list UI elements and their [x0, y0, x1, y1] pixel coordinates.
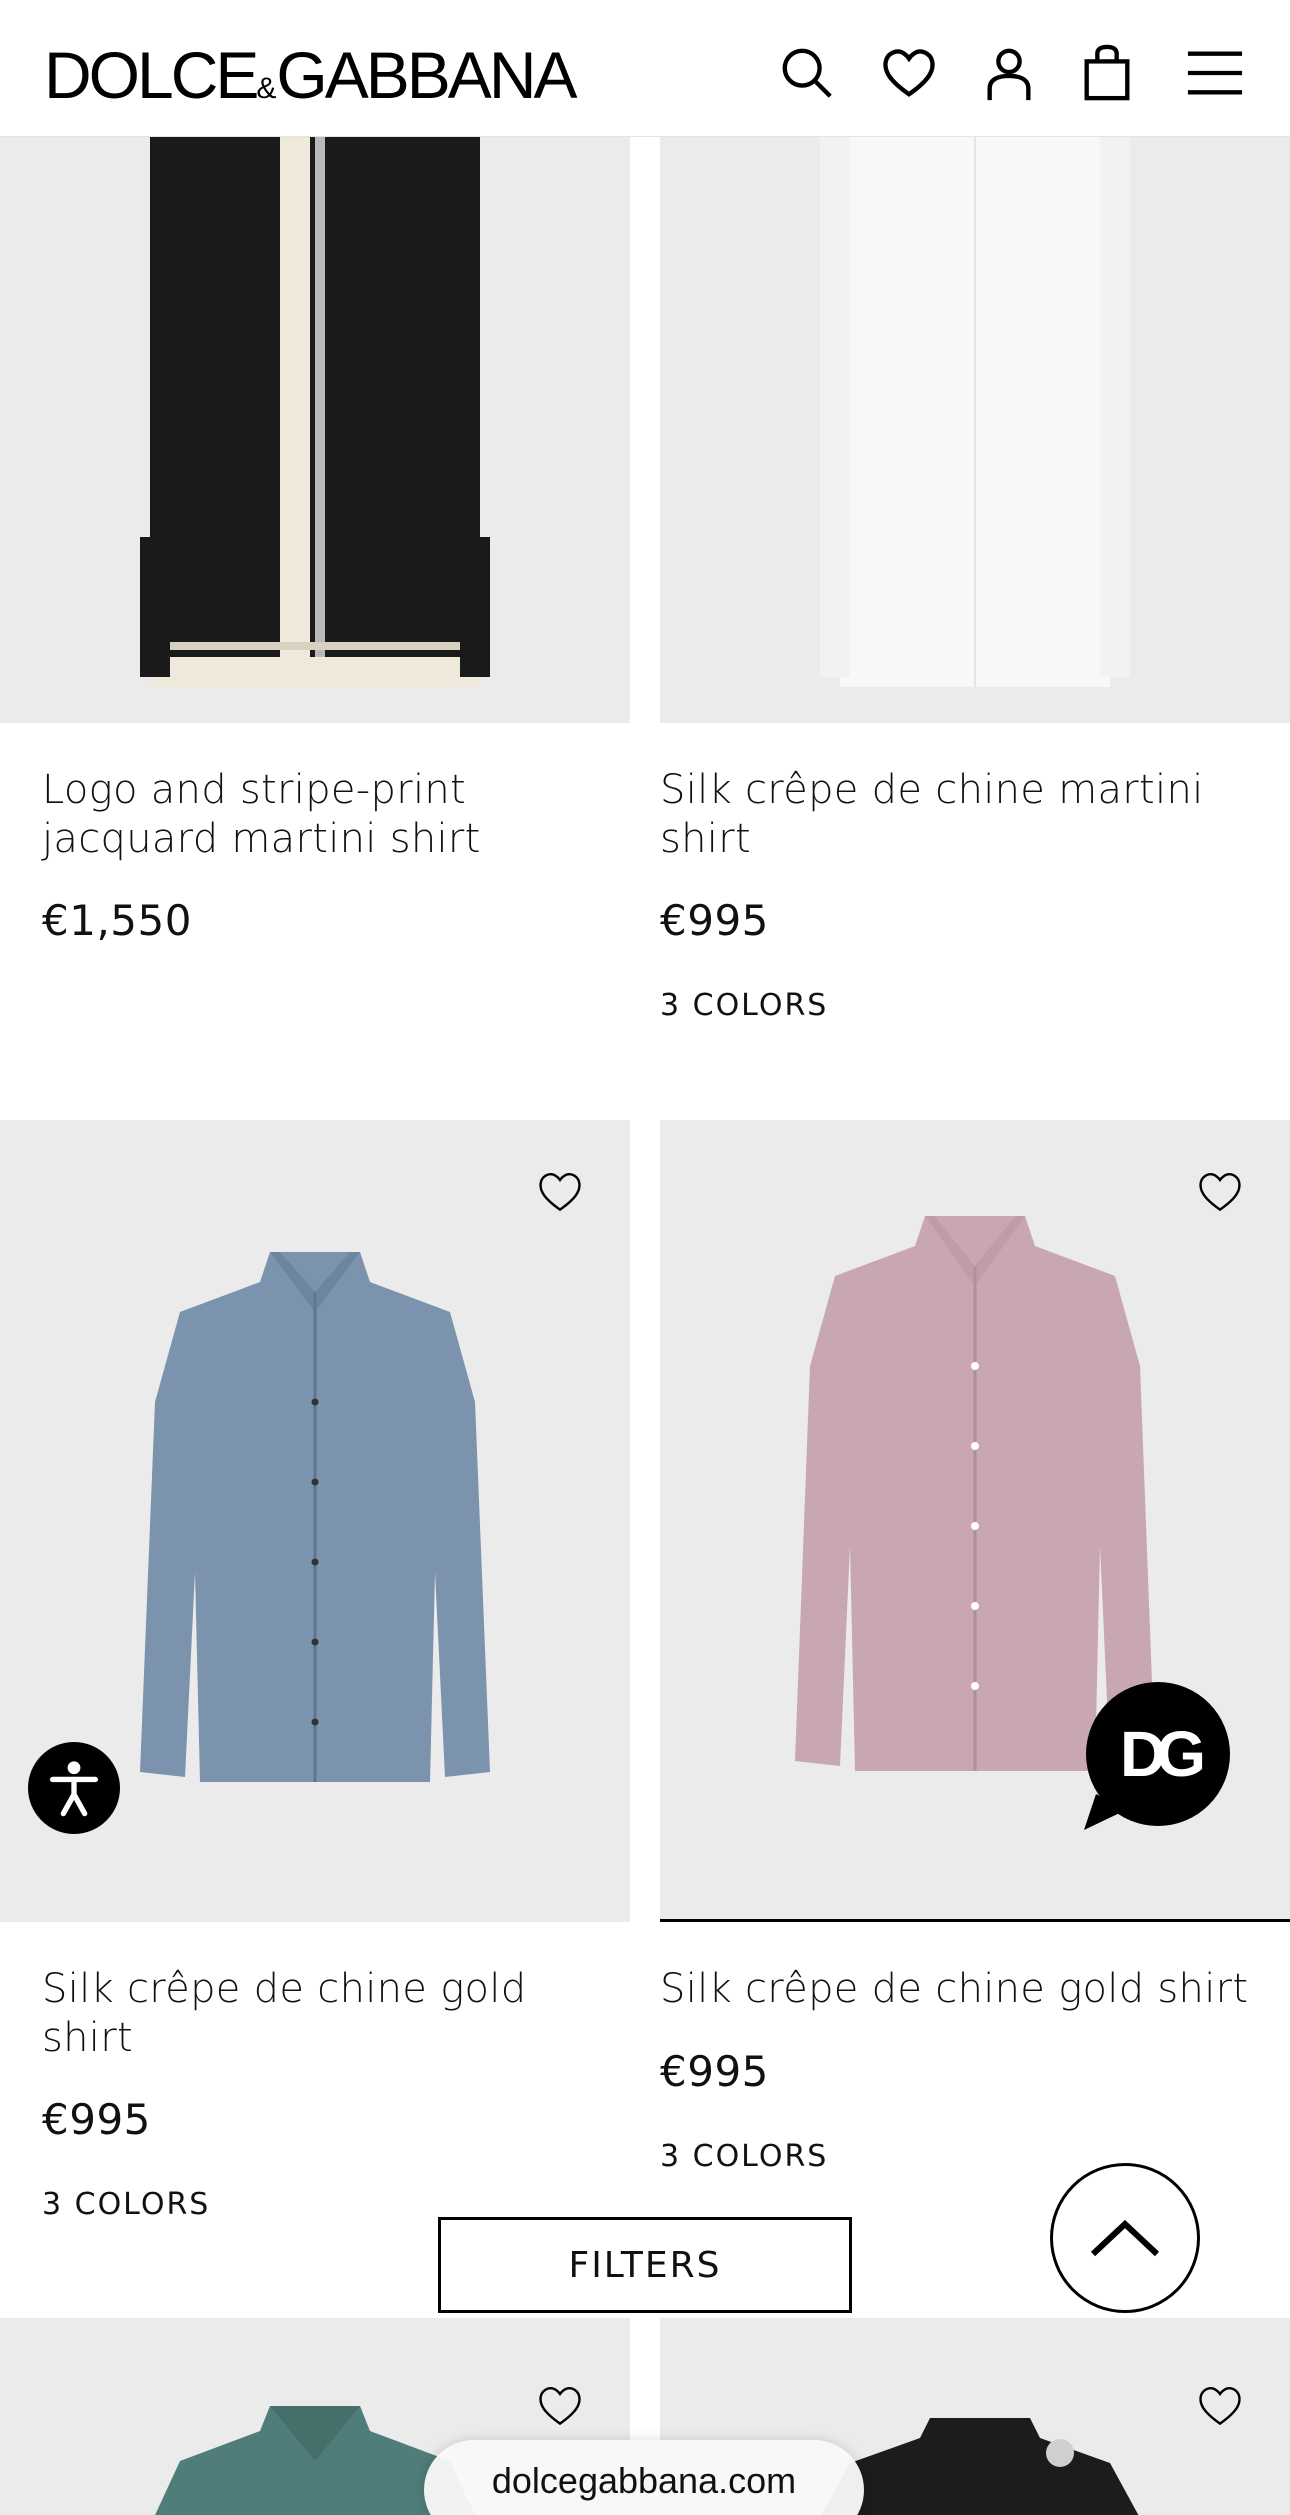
product-price: €1,550 — [42, 896, 192, 945]
product-price: €995 — [42, 2095, 151, 2144]
brand-logo[interactable]: DOLCE&GABBANA — [44, 40, 578, 124]
heart-icon[interactable] — [878, 42, 940, 104]
url-text: dolcegabbana.com — [491, 2460, 797, 2501]
chevron-up-icon — [1090, 2219, 1160, 2257]
account-icon[interactable] — [978, 42, 1040, 104]
scroll-to-top-button[interactable] — [1050, 2163, 1200, 2313]
menu-icon[interactable] — [1184, 42, 1246, 104]
wishlist-heart-icon[interactable] — [1194, 2380, 1246, 2432]
bag-icon[interactable] — [1076, 42, 1138, 104]
product-name[interactable]: Silk crêpe de chine gold shirt — [42, 1965, 526, 2063]
product-price: €995 — [660, 896, 769, 945]
product-name[interactable]: Logo and stripe-print jacquard martini sh… — [42, 766, 481, 864]
browser-url-bar[interactable]: dolcegabbana.com — [424, 2440, 864, 2515]
product-image[interactable] — [0, 137, 630, 723]
product-name[interactable]: Silk crêpe de chine gold shirt — [660, 1965, 1248, 2014]
color-count[interactable]: 3 COLORS — [660, 988, 828, 1024]
product-image[interactable] — [660, 137, 1290, 723]
product-name[interactable]: Silk crêpe de chine martini shirt — [660, 766, 1204, 864]
site-header: DOLCE&GABBANA — [0, 0, 1290, 137]
chat-button[interactable]: DG — [1078, 1682, 1230, 1830]
color-count[interactable]: 3 COLORS — [660, 2139, 828, 2175]
search-icon[interactable] — [776, 42, 838, 104]
wishlist-heart-icon[interactable] — [534, 1166, 586, 1218]
product-price: €995 — [660, 2047, 769, 2096]
filters-button[interactable]: FILTERS — [438, 2217, 852, 2313]
wishlist-heart-icon[interactable] — [534, 2380, 586, 2432]
chat-badge-text: DG — [1120, 1718, 1206, 1790]
color-count[interactable]: 3 COLORS — [42, 2187, 210, 2223]
wishlist-heart-icon[interactable] — [1194, 1166, 1246, 1218]
accessibility-icon — [50, 1761, 99, 1817]
accessibility-button[interactable] — [28, 1742, 120, 1834]
